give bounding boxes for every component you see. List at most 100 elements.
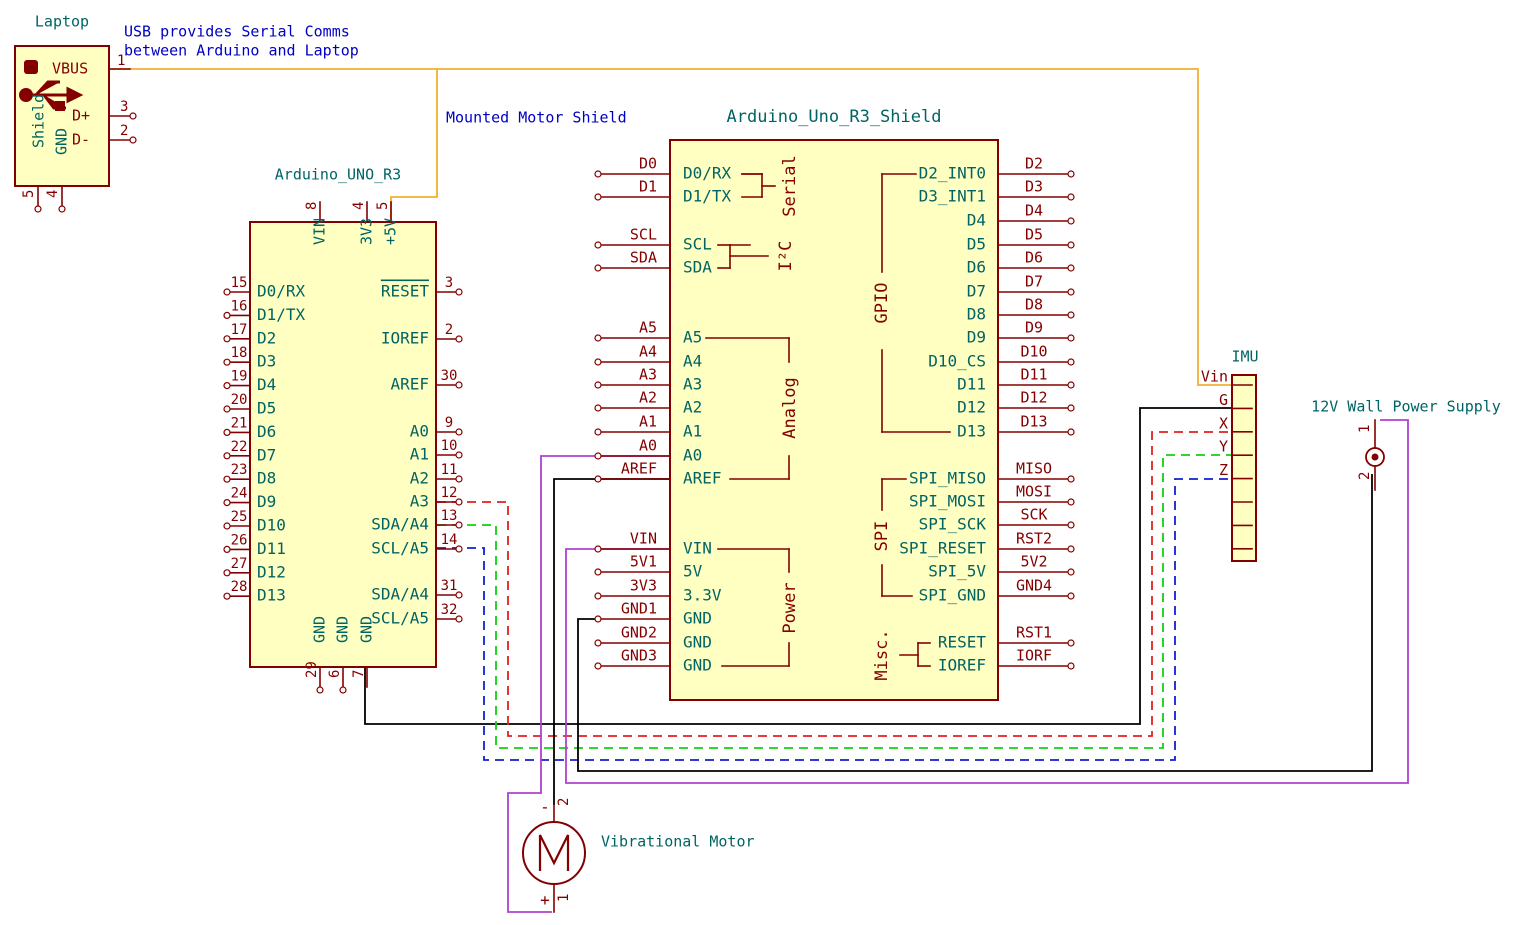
shield-net-d3: D3 (1025, 178, 1043, 196)
shield-pin-d0-rx: D0/RX (683, 164, 732, 183)
uno-bottom-pin-gnd: GND (358, 616, 376, 643)
group-label-misc: Misc. (872, 629, 892, 680)
uno-top-pin-3v3: 3V3 (358, 218, 376, 245)
shield-net-d4: D4 (1025, 202, 1043, 220)
supply-jack-center-icon (1371, 453, 1379, 461)
motor-pin-num: 1 (556, 894, 572, 902)
shield-net-d6: D6 (1025, 249, 1043, 267)
note-usb-comms: between Arduino and Laptop (124, 42, 359, 60)
pin-endpoint (223, 405, 231, 413)
imu-pin-x: X (1219, 414, 1228, 432)
pin-endpoint (594, 170, 602, 178)
pin-endpoint (455, 335, 463, 343)
shield-net-d12: D12 (1020, 389, 1047, 407)
uno-top-pin-vin: VIN (311, 218, 329, 245)
laptop-pin-num: 2 (120, 123, 128, 139)
uno-bottom-pin-num: 29 (304, 661, 320, 678)
shield-pin-d13: D13 (957, 422, 986, 441)
uno-pin-num: 27 (231, 556, 248, 572)
shield-pin-d2-int0: D2_INT0 (919, 164, 986, 183)
shield-net-miso: MISO (1016, 460, 1052, 478)
uno-pin-reset: RESET (381, 282, 430, 301)
note-vib-motor: Vibrational Motor (601, 833, 755, 851)
pin-endpoint (594, 358, 602, 366)
uno-pin-num: 20 (231, 392, 248, 408)
shield-pin-d8: D8 (967, 305, 986, 324)
pin-endpoint (129, 136, 137, 144)
imu-pin-z: Z (1219, 461, 1228, 479)
uno-pin-num: 26 (231, 532, 248, 548)
uno-pin-num: 13 (441, 508, 458, 524)
usb-symbol-square-icon (55, 101, 65, 111)
uno-pin-num: 16 (231, 298, 248, 314)
laptop-pin-gnd: GND (53, 128, 71, 155)
uno-pin-a1: A1 (410, 445, 429, 464)
shield-pin-spi-mosi: SPI_MOSI (909, 492, 986, 511)
uno-pin-d3: D3 (257, 352, 276, 371)
shield-pin-spi-gnd: SPI_GND (919, 586, 986, 605)
uno-pin-d13: D13 (257, 586, 286, 605)
pin-endpoint (223, 569, 231, 577)
pin-endpoint (1067, 592, 1075, 600)
pin-endpoint (223, 311, 231, 319)
shield-net-rst2: RST2 (1016, 530, 1052, 548)
uno-pin-num: 23 (231, 462, 248, 478)
pin-endpoint (58, 205, 66, 213)
pin-endpoint (1067, 404, 1075, 412)
shield-pin-d1-tx: D1/TX (683, 187, 732, 206)
schematic-canvas: LaptopVBUSD+D-Shield GND1325 4USB provides… (14, 13, 1501, 913)
shield-net-d5: D5 (1025, 226, 1043, 244)
uno-pin-d2: D2 (257, 328, 276, 347)
shield-pin-spi-reset: SPI_RESET (899, 539, 986, 558)
shield-pin-d11: D11 (957, 375, 986, 394)
shield-pin-gnd: GND (683, 609, 712, 628)
uno-pin-num: 2 (445, 322, 453, 338)
uno-top-pin-5v: +5V (382, 218, 400, 245)
shield-pin-a2: A2 (683, 398, 702, 417)
laptop-pin-num: 5 (21, 190, 37, 198)
shield-net-iorf: IORF (1016, 647, 1052, 665)
shield-title: Arduino_Uno_R3_Shield (727, 107, 942, 127)
uno-pin-d9: D9 (257, 492, 276, 511)
wire-motor-minus (553, 478, 670, 805)
uno-pin-ioref: IOREF (381, 329, 429, 348)
pin-endpoint (223, 288, 231, 296)
uno-pin-sda-a4: SDA/A4 (371, 585, 429, 604)
uno-pin-d1-tx: D1/TX (257, 305, 306, 324)
note-wall-supply: 12V Wall Power Supply (1311, 398, 1501, 416)
shield-pin-a1: A1 (683, 422, 702, 441)
pin-endpoint (594, 662, 602, 670)
shield-net-aref: AREF (621, 460, 657, 478)
laptop-pin-num: 3 (120, 99, 128, 115)
uno-pin-d8: D8 (257, 469, 276, 488)
uno-bottom-pin-num: 7 (351, 670, 367, 678)
uno-pin-d5: D5 (257, 399, 276, 418)
uno-bottom-pin-gnd: GND (311, 616, 329, 643)
uno-pin-num: 21 (231, 415, 248, 431)
laptop-title: Laptop (35, 13, 89, 31)
pin-endpoint (455, 288, 463, 296)
shield-pin-gnd: GND (683, 633, 712, 652)
shield-pin-reset: RESET (938, 633, 987, 652)
shield-pin-d12: D12 (957, 398, 986, 417)
shield-net-sck: SCK (1020, 506, 1047, 524)
shield-net-d11: D11 (1020, 366, 1047, 384)
pin-endpoint (1067, 334, 1075, 342)
pin-endpoint (1067, 498, 1075, 506)
uno-pin-num: 14 (441, 532, 458, 548)
uno-pin-d10: D10 (257, 516, 286, 535)
shield-net-a2: A2 (639, 389, 657, 407)
pin-endpoint (594, 241, 602, 249)
shield-net-gnd1: GND1 (621, 600, 657, 618)
uno-bottom-pin-gnd: GND (334, 616, 352, 643)
uno-pin-a0: A0 (410, 422, 429, 441)
shield-pin-scl: SCL (683, 235, 712, 254)
uno-pin-num: 28 (231, 579, 248, 595)
motor-pin-num: 2 (556, 798, 572, 806)
shield-net-d1: D1 (639, 178, 657, 196)
usb-plug-icon (24, 60, 38, 74)
shield-net-d10: D10 (1020, 343, 1047, 361)
shield-pin-d7: D7 (967, 282, 986, 301)
group-label-analog: Analog (780, 377, 800, 438)
uno-pin-d11: D11 (257, 539, 286, 558)
